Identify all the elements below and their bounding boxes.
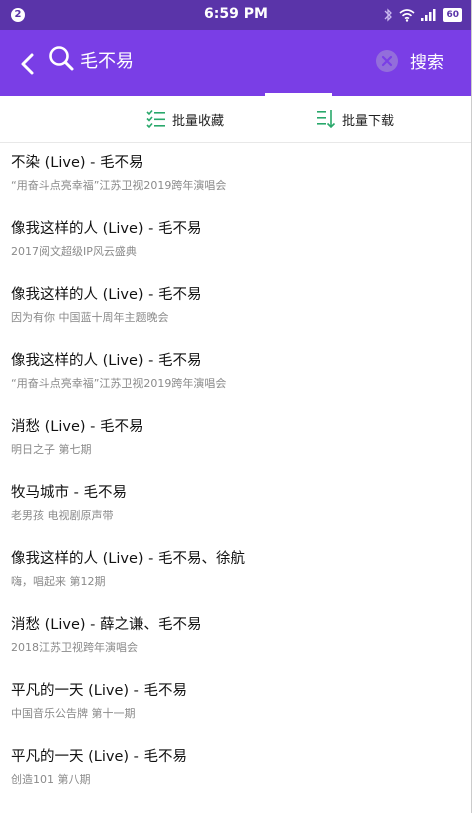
song-title: 消愁 (Live) - 毛不易 <box>11 419 144 435</box>
batch-download-label: 批量下载 <box>342 113 395 129</box>
status-icons: 60 <box>383 6 462 24</box>
song-source: 2017阅文超级IP风云盛典 <box>11 245 137 258</box>
song-title: 牧马城市 - 毛不易 <box>11 485 127 501</box>
song-source: 2018江苏卫视跨年演唱会 <box>11 641 138 654</box>
song-source: “用奋斗点亮幸福”江苏卫视2019跨年演唱会 <box>11 179 227 192</box>
list-item[interactable]: 消愁 (Live) - 毛不易 明日之子 第七期 <box>0 409 472 475</box>
song-title: 消愁 (Live) - 薛之谦、毛不易 <box>11 617 202 633</box>
song-source: 因为有你 中国蓝十周年主题晚会 <box>11 311 169 324</box>
song-title: 像我这样的人 (Live) - 毛不易 <box>11 221 202 237</box>
search-button[interactable]: 搜索 <box>410 48 444 73</box>
list-item[interactable]: 牧马城市 - 毛不易 老男孩 电视剧原声带 <box>0 475 472 541</box>
list-item[interactable]: 像我这样的人 (Live) - 毛不易 “用奋斗点亮幸福”江苏卫视2019跨年演… <box>0 343 472 409</box>
list-item[interactable]: 平凡的一天 (Live) - 毛不易 创造101 第八期 <box>0 739 472 805</box>
song-source: 嗨，唱起来 第12期 <box>11 575 106 588</box>
list-item[interactable]: 像我这样的人 (Live) - 毛不易 因为有你 中国蓝十周年主题晚会 <box>0 277 472 343</box>
back-arrow-icon[interactable] <box>14 50 42 78</box>
song-source: 创造101 第八期 <box>11 773 91 786</box>
list-item[interactable]: 平凡的一天 (Live) - 毛不易 中国音乐公告牌 第十一期 <box>0 673 472 739</box>
search-icon <box>49 46 74 71</box>
checklist-icon <box>146 109 165 129</box>
song-source: 老男孩 电视剧原声带 <box>11 509 114 522</box>
wifi-icon <box>399 8 415 22</box>
signal-icon <box>421 9 436 21</box>
song-title: 像我这样的人 (Live) - 毛不易 <box>11 353 202 369</box>
song-title: 不染 (Live) - 毛不易 <box>11 155 144 171</box>
song-source: 明日之子 第七期 <box>11 443 92 456</box>
list-item[interactable]: 像我这样的人 (Live) - 毛不易、徐航 嗨，唱起来 第12期 <box>0 541 472 607</box>
download-list-icon <box>317 110 336 129</box>
bluetooth-icon <box>385 8 393 22</box>
song-title: 像我这样的人 (Live) - 毛不易 <box>11 287 202 303</box>
song-title: 像我这样的人 (Live) - 毛不易、徐航 <box>11 551 245 567</box>
battery-icon: 60 <box>443 8 462 22</box>
song-source: “用奋斗点亮幸福”江苏卫视2019跨年演唱会 <box>11 377 227 390</box>
clear-search-icon[interactable] <box>375 49 399 73</box>
song-source: 中国音乐公告牌 第十一期 <box>11 707 136 720</box>
search-input[interactable]: 毛不易 <box>80 47 134 73</box>
list-item[interactable]: 不染 (Live) - 毛不易 “用奋斗点亮幸福”江苏卫视2019跨年演唱会 <box>0 145 472 211</box>
list-item[interactable]: 消愁 (Live) - 薛之谦、毛不易 2018江苏卫视跨年演唱会 <box>0 607 472 673</box>
search-results-list: 不染 (Live) - 毛不易 “用奋斗点亮幸福”江苏卫视2019跨年演唱会 像… <box>0 145 472 805</box>
search-app-bar: 毛不易 搜索 <box>0 30 472 96</box>
batch-collect-label: 批量收藏 <box>172 113 225 129</box>
list-item[interactable]: 像我这样的人 (Live) - 毛不易 2017阅文超级IP风云盛典 <box>0 211 472 277</box>
status-bar: 2 6:59 PM 60 <box>0 0 472 30</box>
song-title: 平凡的一天 (Live) - 毛不易 <box>11 683 187 699</box>
batch-collect-button[interactable]: 批量收藏 <box>146 109 224 129</box>
batch-toolbar: 批量收藏 批量下载 <box>0 96 472 143</box>
batch-download-button[interactable]: 批量下载 <box>316 109 394 129</box>
song-title: 平凡的一天 (Live) - 毛不易 <box>11 749 187 765</box>
